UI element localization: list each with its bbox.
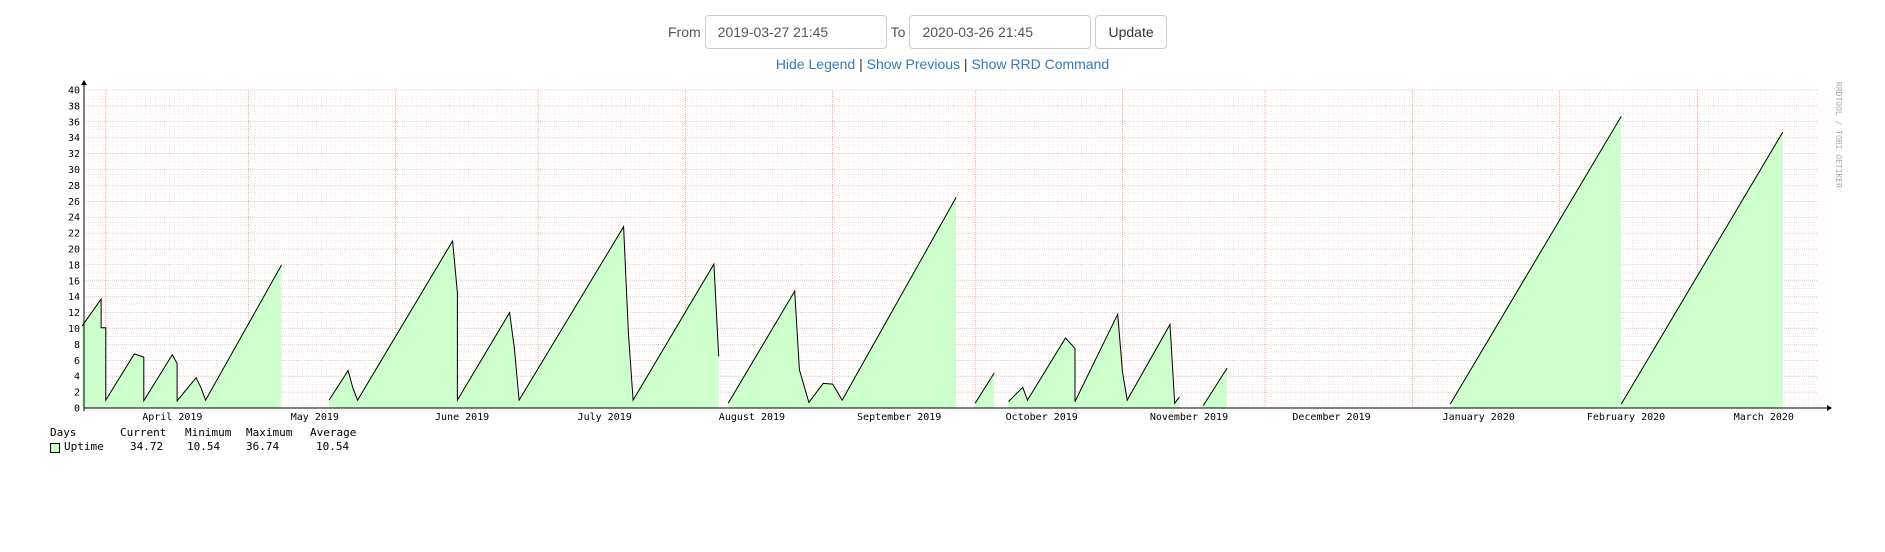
link-separator: |	[963, 56, 968, 72]
legend-header-row: Days Current Minimum Maximum Average	[50, 426, 356, 440]
from-date-input[interactable]	[704, 15, 887, 49]
y-tick-label: 24	[68, 213, 80, 224]
legend-current-header: Current	[120, 426, 167, 439]
x-tick-label: May 2019	[291, 412, 339, 423]
y-tick-label: 34	[68, 133, 80, 144]
x-tick-label: August 2019	[719, 412, 785, 423]
y-tick-label: 6	[74, 356, 80, 367]
legend-maximum-value: 36.74	[246, 440, 280, 453]
y-tick-label: 36	[68, 117, 80, 128]
x-tick-label: July 2019	[578, 412, 632, 423]
y-tick-label: 0	[74, 404, 80, 415]
y-axis-arrow	[81, 80, 87, 85]
x-tick-label: June 2019	[435, 412, 489, 423]
show-previous-link[interactable]: Show Previous	[867, 56, 960, 72]
uptime-area-segment	[82, 264, 282, 408]
y-tick-label: 28	[68, 181, 80, 192]
date-range-controls: From To Update	[668, 14, 1167, 50]
from-label: From	[668, 24, 701, 40]
legend-unit: Days	[50, 426, 77, 439]
y-tick-label: 12	[68, 308, 80, 319]
legend-average-value: 10.54	[316, 440, 350, 453]
link-separator: |	[859, 56, 863, 72]
x-tick-label: December 2019	[1292, 412, 1370, 423]
y-tick-label: 38	[68, 101, 80, 112]
x-tick-label: January 2020	[1443, 412, 1515, 423]
legend-minimum-value: 10.54	[187, 440, 221, 453]
watermark: RRDTOOL / TOBI OETIKER	[1834, 82, 1843, 188]
uptime-area-segment	[329, 226, 719, 408]
y-tick-label: 20	[68, 245, 80, 256]
y-tick-label: 2	[74, 388, 80, 399]
y-tick-label: 8	[74, 340, 80, 351]
y-tick-label: 16	[68, 276, 80, 287]
hide-legend-link[interactable]: Hide Legend	[776, 56, 855, 72]
y-tick-label: 22	[68, 229, 80, 240]
y-axis-ticks: 0246810121416182022242628303234363840	[68, 86, 80, 415]
x-tick-label: November 2019	[1150, 412, 1228, 423]
y-tick-label: 10	[68, 324, 80, 335]
show-rrd-command-link[interactable]: Show RRD Command	[971, 56, 1109, 72]
update-button[interactable]: Update	[1095, 15, 1167, 49]
uptime-graph: 0246810121416182022242628303234363840 Ap…	[68, 80, 1843, 423]
x-tick-label: April 2019	[142, 412, 202, 423]
graph-options-links: Hide Legend | Show Previous | Show RRD C…	[0, 56, 1885, 72]
legend-average-header: Average	[310, 426, 357, 439]
to-date-input[interactable]	[909, 15, 1092, 49]
uptime-area	[82, 116, 1783, 408]
legend-maximum-header: Maximum	[246, 426, 293, 439]
x-axis-arrow	[1827, 405, 1832, 411]
legend-swatch	[50, 443, 60, 453]
legend-series-name: Uptime	[64, 440, 104, 453]
y-tick-label: 14	[68, 292, 80, 303]
y-tick-label: 40	[68, 86, 80, 97]
y-tick-label: 26	[68, 197, 80, 208]
legend-minimum-header: Minimum	[185, 426, 232, 439]
y-tick-label: 32	[68, 149, 80, 160]
x-tick-label: September 2019	[857, 412, 941, 423]
y-tick-label: 30	[68, 165, 80, 176]
legend-series-row: Uptime 34.72 10.54 36.74 10.54	[50, 440, 349, 454]
legend: Days Current Minimum Maximum Average Upt…	[50, 426, 356, 454]
x-tick-label: February 2020	[1587, 412, 1665, 423]
y-tick-label: 18	[68, 260, 80, 271]
x-axis-ticks: April 2019 May 2019 June 2019 July 2019 Augu…	[142, 412, 1794, 423]
legend-current-value: 34.72	[130, 440, 164, 453]
x-tick-label: March 2020	[1734, 412, 1794, 423]
y-tick-label: 4	[74, 372, 80, 383]
x-tick-label: October 2019	[1006, 412, 1078, 423]
to-label: To	[890, 24, 906, 40]
